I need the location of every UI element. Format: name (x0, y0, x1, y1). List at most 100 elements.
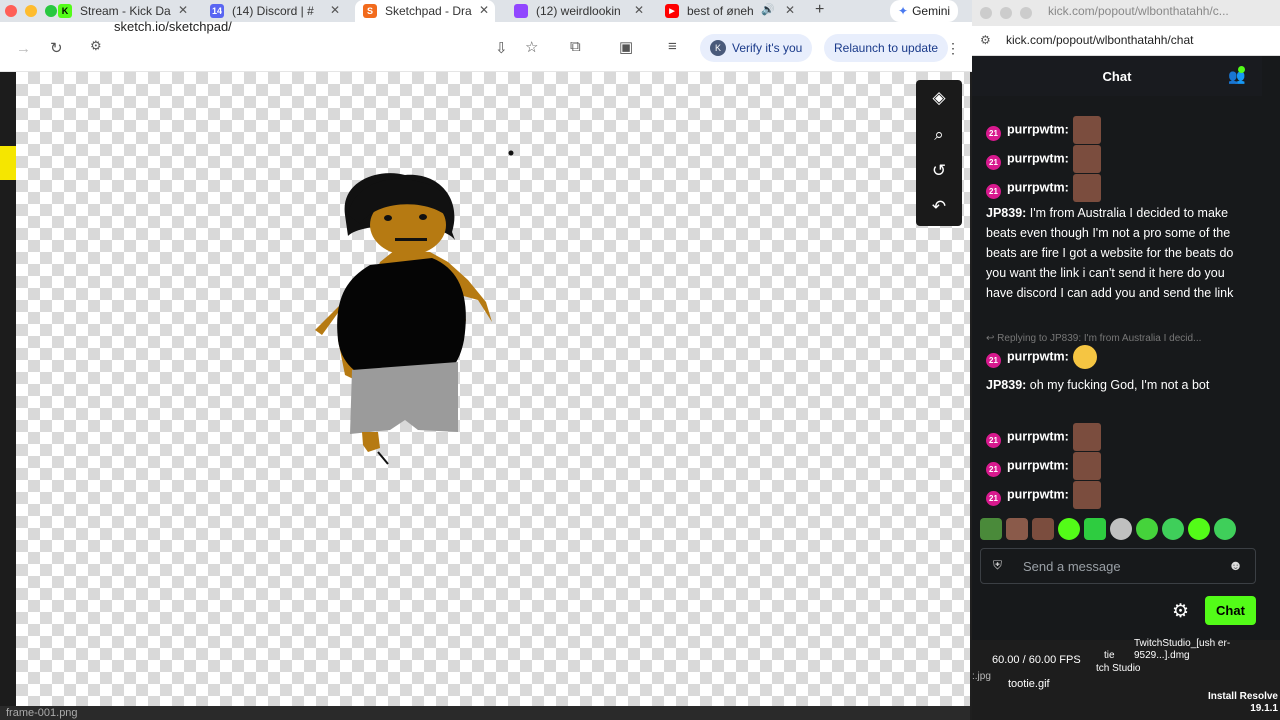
sub-badge: 21 (986, 433, 1001, 449)
tab-sketchpad[interactable]: S Sketchpad - Dra ✕ (355, 0, 495, 22)
gemini-label: Gemini (912, 4, 951, 18)
kick-icon: K (58, 4, 72, 18)
username[interactable]: purrpwtm: (1007, 349, 1069, 363)
emote-icon[interactable] (1110, 518, 1132, 540)
tab-label: best of øneh (687, 4, 754, 18)
desktop-file-tootie[interactable]: tootie.gif (1008, 678, 1050, 690)
online-dot (1238, 66, 1245, 73)
extensions-icon[interactable]: ⧉ (570, 38, 581, 55)
site-info-icon[interactable]: ⚙ (90, 38, 102, 54)
reply-text: Replying to JP839: I'm from Australia I … (997, 333, 1202, 344)
zoom-icon[interactable]: ⌕ (929, 125, 949, 145)
chat-message: 21 purrpwtm: (986, 116, 1101, 144)
username[interactable]: purrpwtm: (1007, 151, 1069, 165)
username[interactable]: purrpwtm: (1007, 180, 1069, 194)
desktop-file-twitchstudio[interactable]: TwitchStudio_[ush er-9529...].dmg (1134, 638, 1234, 662)
emote-image (1072, 174, 1101, 202)
sub-badge: 21 (986, 491, 1001, 507)
settings-gear-icon[interactable]: ⚙ (1172, 600, 1189, 623)
history-icon[interactable]: ↺ (929, 161, 949, 181)
emote-icon[interactable] (1032, 518, 1054, 540)
tab-label: Stream - Kick Da (80, 4, 171, 18)
close-window-button[interactable] (5, 5, 17, 17)
emote-icon[interactable] (1058, 518, 1080, 540)
close-icon[interactable]: ✕ (785, 3, 795, 17)
address-bar[interactable]: ⚙ (80, 30, 550, 64)
new-tab-button[interactable]: + (815, 1, 824, 19)
emote-image (1072, 145, 1101, 173)
emote-image (1072, 423, 1101, 451)
relaunch-button[interactable]: Relaunch to update (824, 34, 949, 62)
status-file: frame-001.png (6, 707, 78, 719)
site-info-icon[interactable]: ⚙ (980, 33, 991, 47)
gemini-button[interactable]: ✦ Gemini (890, 0, 959, 22)
shield-icon: ⛨ (993, 558, 1003, 572)
tab-youtube[interactable]: ▶ best of øneh 🔊 ✕ (665, 0, 795, 22)
emote-icon[interactable] (1188, 518, 1210, 540)
youtube-icon: ▶ (665, 4, 679, 18)
url-text: sketch.io/sketchpad/ (114, 19, 232, 34)
close-window-button[interactable] (980, 7, 992, 19)
bookmark-star-icon[interactable]: ☆ (525, 38, 538, 56)
emote-icon[interactable] (1214, 518, 1236, 540)
username[interactable]: JP839: (986, 378, 1026, 392)
twitch-icon (514, 4, 528, 18)
reading-list-icon[interactable]: ≡ (668, 38, 677, 55)
verify-label: Verify it's you (732, 41, 803, 55)
undo-icon[interactable]: ↶ (929, 197, 949, 217)
desktop-file-label: :.jpg (972, 671, 991, 682)
forward-icon[interactable]: → (16, 40, 31, 57)
chat-message: 21 purrpwtm: (986, 481, 1101, 509)
username[interactable]: purrpwtm: (1007, 429, 1069, 443)
emote-icon[interactable] (1084, 518, 1106, 540)
send-chat-button[interactable]: Chat (1205, 596, 1256, 625)
discord-icon: 14 (210, 4, 224, 18)
close-icon[interactable]: ✕ (634, 3, 644, 17)
popout-address-bar: ⚙ kick.com/popout/wlbonthatahh/chat (972, 26, 1280, 56)
chat-message: 21 purrpwtm: (986, 423, 1101, 451)
canvas-tool-panel: ◈ ⌕ ↺ ↶ (916, 80, 962, 226)
desktop-file-label: tie (1104, 650, 1115, 661)
close-icon[interactable]: ✕ (330, 3, 340, 17)
tab-label: (12) weirdlookin (536, 4, 621, 18)
emote-image (1072, 481, 1101, 509)
sub-badge: 21 (986, 126, 1001, 142)
emoji-icon[interactable]: ☻ (1228, 557, 1243, 573)
emote-icon[interactable] (1136, 518, 1158, 540)
relaunch-label: Relaunch to update (834, 41, 939, 55)
emote-icon[interactable] (980, 518, 1002, 540)
speaker-icon[interactable]: 🔊 (761, 3, 775, 16)
chat-message: JP839: oh my fucking God, I'm not a bot (986, 375, 1248, 395)
message-text: oh my fucking God, I'm not a bot (1029, 378, 1210, 392)
chat-message: 21 purrpwtm: (986, 174, 1101, 202)
shorts-shape (350, 362, 458, 434)
minimize-window-button[interactable] (1000, 7, 1012, 19)
username[interactable]: purrpwtm: (1007, 458, 1069, 472)
install-app-icon[interactable]: ⇩ (495, 39, 508, 57)
leg-shape (362, 432, 380, 452)
emote-icon[interactable] (1162, 518, 1184, 540)
username[interactable]: JP839: (986, 206, 1026, 220)
menu-icon[interactable]: ⋮ (946, 40, 960, 57)
tab-twitch[interactable]: (12) weirdlookin ✕ (514, 0, 644, 22)
sketch-canvas[interactable] (16, 72, 970, 706)
desktop-file-resolve[interactable]: Install Resolve 19.1.1 (1206, 691, 1278, 715)
reload-icon[interactable]: ↻ (50, 39, 63, 57)
close-icon[interactable]: ✕ (479, 3, 489, 17)
verify-button[interactable]: K Verify it's you (700, 34, 813, 62)
tab-label: Sketchpad - Dra (385, 4, 472, 18)
username[interactable]: purrpwtm: (1007, 487, 1069, 501)
maximize-window-button[interactable] (45, 5, 57, 17)
chat-message: 21 purrpwtm: (986, 345, 1097, 369)
username[interactable]: purrpwtm: (1007, 122, 1069, 136)
popout-url: kick.com/popout/wlbonthatahh/chat (1006, 33, 1194, 47)
maximize-window-button[interactable] (1020, 7, 1032, 19)
minimize-window-button[interactable] (25, 5, 37, 17)
tab-search-icon[interactable]: ▣ (619, 38, 633, 56)
layers-icon[interactable]: ◈ (929, 88, 949, 108)
chat-input[interactable]: ⛨ Send a message ☻ (980, 548, 1256, 584)
chat-header: Chat (972, 56, 1262, 96)
sketchpad-icon: S (363, 4, 377, 18)
emote-icon[interactable] (1006, 518, 1028, 540)
close-icon[interactable]: ✕ (178, 3, 188, 17)
